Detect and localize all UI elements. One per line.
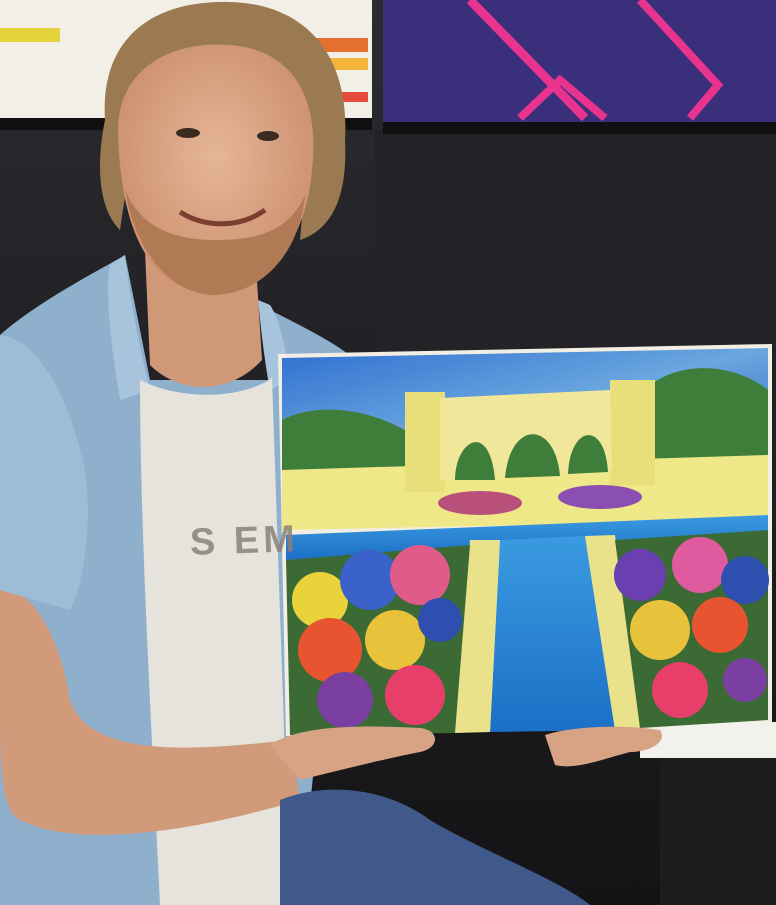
- monitor-right: [383, 0, 776, 134]
- left-eye: [176, 128, 200, 138]
- shirt-print-text: S EM: [189, 518, 300, 564]
- dark-wall-panel: [375, 130, 776, 360]
- desk: [640, 722, 776, 905]
- photo-scene: [0, 0, 776, 905]
- right-eye: [257, 131, 279, 141]
- acrylic-painting: [278, 344, 772, 736]
